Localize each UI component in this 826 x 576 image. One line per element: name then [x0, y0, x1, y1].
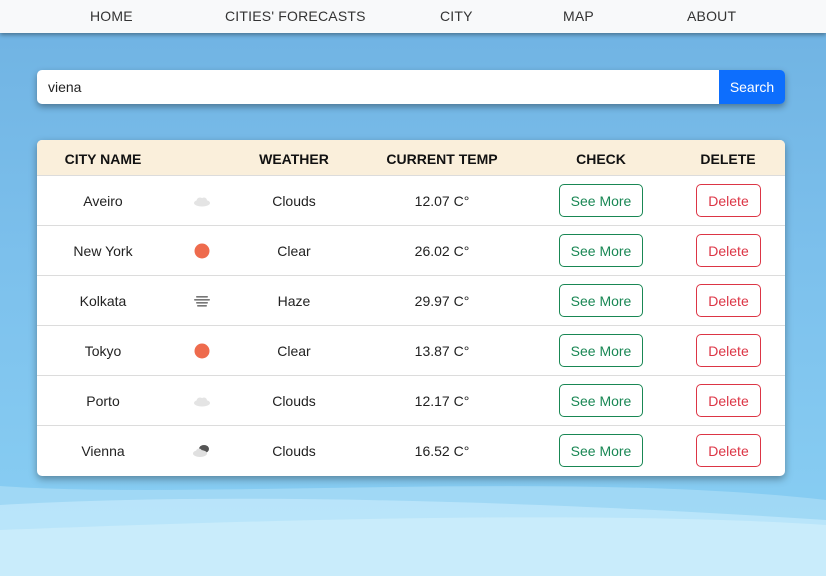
- table-row: Aveiro Clouds 12.07 C° See More Delete: [37, 176, 785, 226]
- see-more-button[interactable]: See More: [559, 284, 643, 317]
- delete-button[interactable]: Delete: [696, 384, 761, 417]
- delete-button[interactable]: Delete: [696, 184, 761, 217]
- nav-cities-forecasts[interactable]: CITIES' FORECASTS: [225, 8, 366, 24]
- city-name: Kolkata: [79, 293, 127, 309]
- cloud-icon: [192, 391, 212, 411]
- nav-home[interactable]: HOME: [90, 8, 133, 24]
- table-row: Porto Clouds 12.17 C° See More Delete: [37, 376, 785, 426]
- header-weather: WEATHER: [259, 151, 329, 167]
- table-row: Kolkata Haze 29.97 C° See More Delete: [37, 276, 785, 326]
- weather-label: Clear: [277, 343, 311, 359]
- current-temp: 12.07 C°: [414, 193, 470, 209]
- table-header: CITY NAME WEATHER CURRENT TEMP CHECK DEL…: [37, 140, 785, 176]
- cities-table: CITY NAME WEATHER CURRENT TEMP CHECK DEL…: [37, 140, 785, 476]
- header-current-temp: CURRENT TEMP: [386, 151, 498, 167]
- city-name: Tokyo: [84, 343, 122, 359]
- current-temp: 16.52 C°: [414, 443, 470, 459]
- current-temp: 29.97 C°: [414, 293, 470, 309]
- nav-about[interactable]: ABOUT: [687, 8, 736, 24]
- header-delete: DELETE: [700, 151, 756, 167]
- top-navbar: HOME CITIES' FORECASTS CITY MAP ABOUT: [0, 0, 826, 33]
- table-row: Tokyo Clear 13.87 C° See More Delete: [37, 326, 785, 376]
- delete-button[interactable]: Delete: [696, 284, 761, 317]
- see-more-button[interactable]: See More: [559, 334, 643, 367]
- city-name: Porto: [86, 393, 120, 409]
- table-row: New York Clear 26.02 C° See More Delete: [37, 226, 785, 276]
- table-row: Vienna Clouds 16.52 C° See More Delete: [37, 426, 785, 476]
- city-name: Vienna: [81, 443, 125, 459]
- delete-button[interactable]: Delete: [696, 334, 761, 367]
- nav-map[interactable]: MAP: [563, 8, 594, 24]
- weather-label: Clouds: [272, 443, 316, 459]
- search-button[interactable]: Search: [719, 70, 785, 104]
- nav-city[interactable]: CITY: [440, 8, 473, 24]
- search-bar: Search: [37, 70, 785, 104]
- sun-icon: [192, 241, 212, 261]
- haze-icon: [192, 291, 212, 311]
- header-check: CHECK: [576, 151, 626, 167]
- see-more-button[interactable]: See More: [559, 384, 643, 417]
- see-more-button[interactable]: See More: [559, 184, 643, 217]
- weather-label: Clouds: [272, 193, 316, 209]
- broken-clouds-icon: [192, 441, 212, 461]
- current-temp: 12.17 C°: [414, 393, 470, 409]
- current-temp: 26.02 C°: [414, 243, 470, 259]
- weather-label: Clear: [277, 243, 311, 259]
- sun-icon: [192, 341, 212, 361]
- city-name: New York: [73, 243, 133, 259]
- cloud-icon: [192, 191, 212, 211]
- weather-label: Haze: [277, 293, 311, 309]
- current-temp: 13.87 C°: [414, 343, 470, 359]
- see-more-button[interactable]: See More: [559, 434, 643, 467]
- delete-button[interactable]: Delete: [696, 234, 761, 267]
- delete-button[interactable]: Delete: [696, 434, 761, 467]
- see-more-button[interactable]: See More: [559, 234, 643, 267]
- search-input[interactable]: [37, 70, 719, 104]
- weather-label: Clouds: [272, 393, 316, 409]
- city-name: Aveiro: [83, 193, 123, 209]
- header-city-name: CITY NAME: [64, 151, 142, 167]
